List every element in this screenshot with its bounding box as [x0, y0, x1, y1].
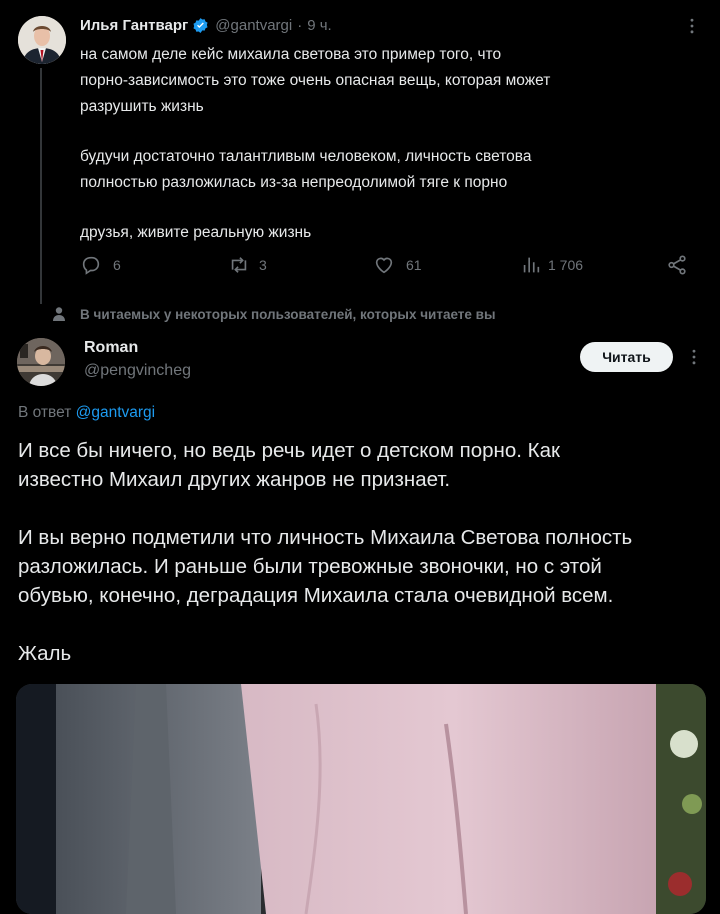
verified-badge-icon — [192, 17, 209, 34]
tweet-paragraph: на самом деле кейс михаила светова это п… — [80, 46, 551, 115]
reply-button[interactable]: 6 — [80, 254, 121, 276]
reply-to-handle[interactable]: @gantvargi — [76, 404, 156, 421]
reply-to: В ответ @gantvargi — [18, 402, 155, 424]
tweet-paragraph: И вы верно подметили что личность Михаил… — [18, 526, 633, 607]
reply-count: 6 — [113, 257, 121, 273]
like-button[interactable]: 61 — [372, 254, 422, 276]
author-name[interactable]: Илья Гантварг — [80, 17, 188, 34]
tweet-paragraph: друзья, живите реальную жизнь — [80, 224, 312, 241]
reply-icon — [80, 254, 102, 276]
author2-handle[interactable]: @pengvincheg — [84, 361, 191, 381]
retweet-count: 3 — [259, 257, 267, 273]
tweet2-text: И все бы ничего, но ведь речь идет о дет… — [18, 436, 708, 668]
retweet-button[interactable]: 3 — [227, 254, 267, 276]
views-count: 1 706 — [548, 257, 584, 273]
retweet-icon — [227, 254, 251, 276]
tweet-media-image[interactable] — [16, 684, 706, 914]
social-context-label: В читаемых у некоторых пользователей, ко… — [80, 306, 496, 322]
like-icon — [372, 254, 396, 276]
more-icon[interactable] — [682, 16, 702, 36]
tweet-paragraph: И все бы ничего, но ведь речь идет о дет… — [18, 439, 560, 491]
share-icon[interactable] — [666, 254, 688, 276]
author-handle[interactable]: @gantvargi — [215, 17, 292, 34]
follow-button[interactable]: Читать — [580, 342, 673, 372]
more-icon[interactable] — [684, 347, 704, 367]
tweet-text: на самом деле кейс михаила светова это п… — [80, 42, 700, 246]
tweet-paragraph: будучи достаточно талантливым человеком,… — [80, 148, 532, 191]
social-context: В читаемых у некоторых пользователей, ко… — [52, 304, 496, 324]
dot-separator: · — [297, 16, 303, 34]
views-button[interactable]: 1 706 — [520, 254, 583, 276]
avatar-author1[interactable] — [18, 16, 66, 64]
like-count: 61 — [406, 257, 422, 273]
tweet-time[interactable]: 9 ч. — [307, 17, 332, 34]
thread-line — [40, 68, 42, 304]
person-icon — [52, 306, 66, 322]
tweet-paragraph: Жаль — [18, 642, 72, 665]
reply-to-prefix: В ответ — [18, 404, 72, 421]
avatar-author2[interactable] — [17, 338, 65, 386]
views-icon — [520, 254, 542, 276]
author2-name[interactable]: Roman — [84, 338, 138, 358]
